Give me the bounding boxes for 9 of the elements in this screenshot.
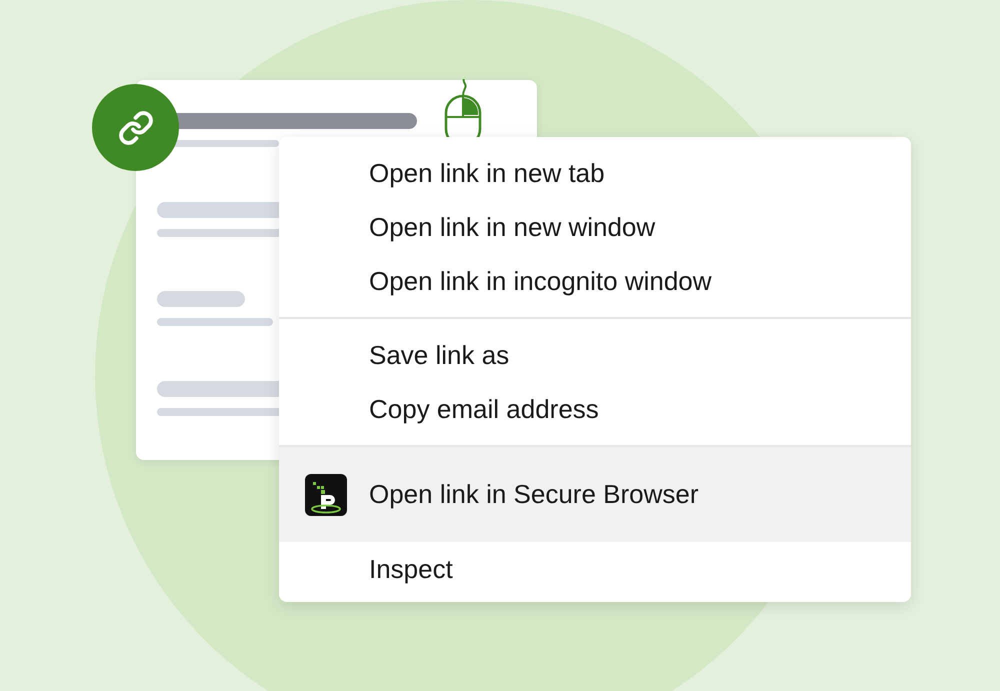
link-icon (118, 110, 154, 146)
menu-item[interactable]: Open link in new window (279, 200, 911, 254)
menu-item[interactable]: Inspect (279, 542, 911, 596)
menu-item[interactable]: Copy email address (279, 382, 911, 436)
app-icon (305, 474, 347, 516)
menu-item[interactable]: Open link in Secure Browser (279, 447, 911, 542)
menu-item[interactable]: Save link as (279, 328, 911, 382)
menu-item[interactable]: Open link in new tab (279, 146, 911, 200)
menu-item[interactable]: Open link in incognito window (279, 254, 911, 308)
